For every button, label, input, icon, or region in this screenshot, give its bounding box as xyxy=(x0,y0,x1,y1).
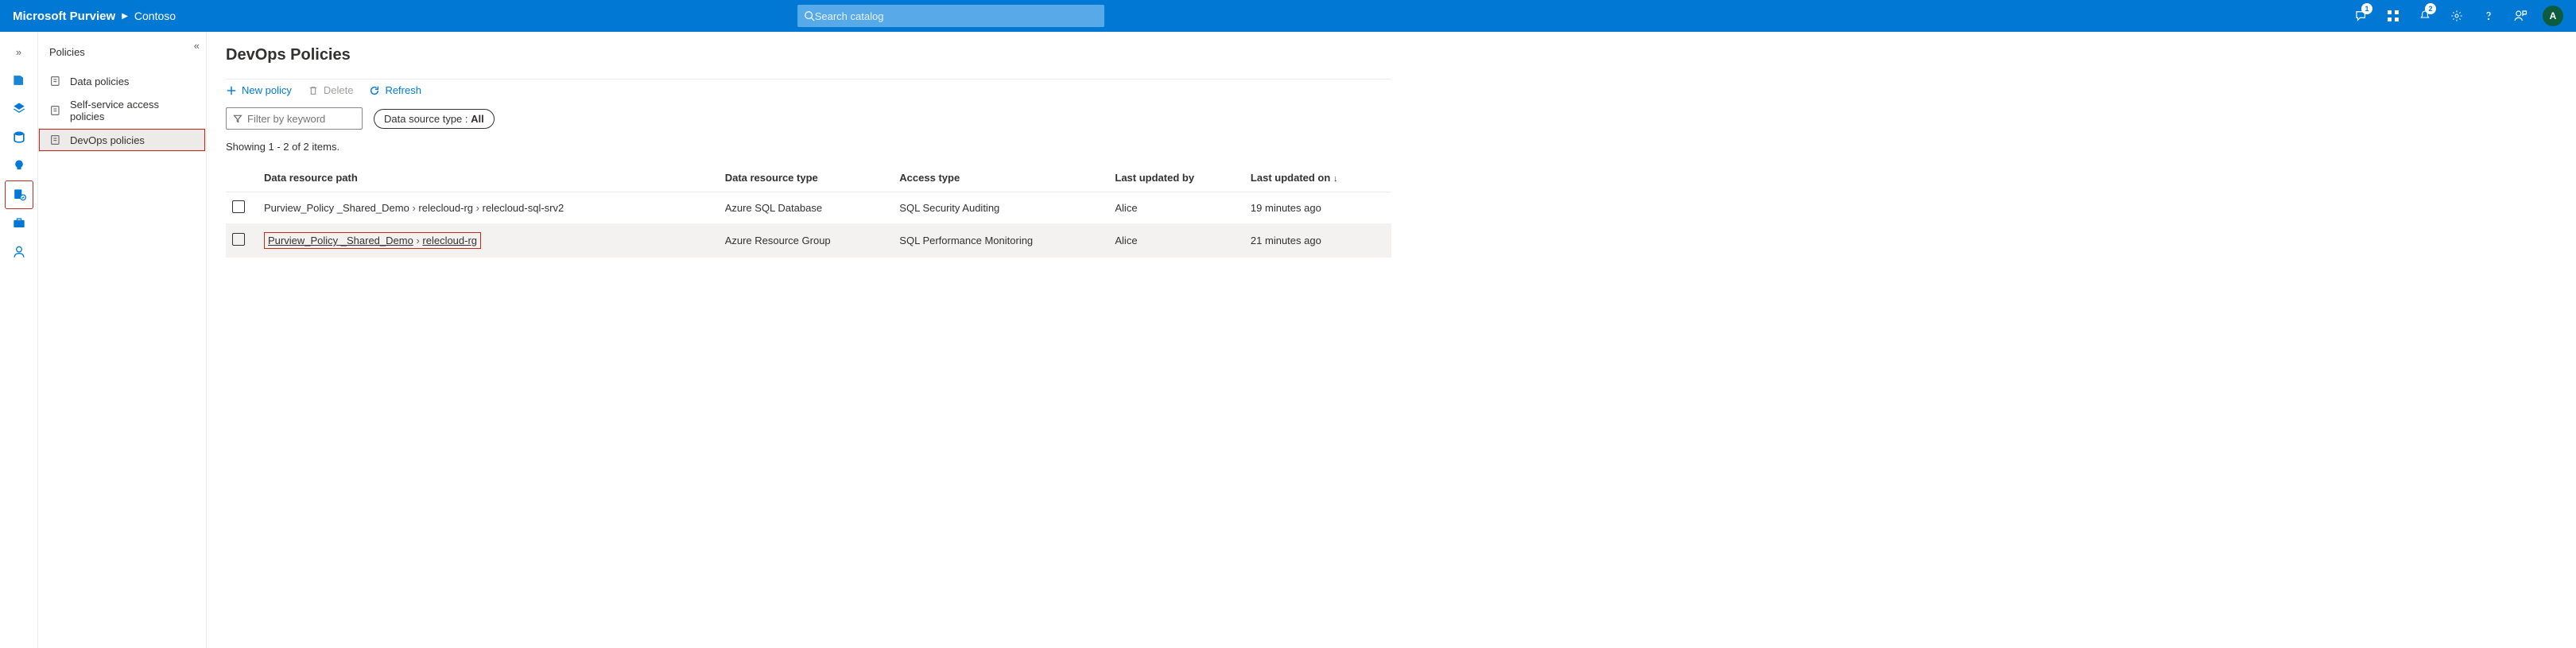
sidebar: « Policies Data policies Self-service ac… xyxy=(38,32,207,648)
delete-label: Delete xyxy=(324,84,354,96)
rail-item-data[interactable] xyxy=(6,124,33,151)
search-input[interactable] xyxy=(815,10,1098,22)
policy-icon xyxy=(49,134,62,146)
double-chevron-right-icon: » xyxy=(16,46,21,58)
filter-pill-label: Data source type : xyxy=(384,113,468,125)
path-highlight: Purview_Policy _Shared_Demo › relecloud-… xyxy=(264,232,481,249)
sidebar-title: Policies xyxy=(38,38,206,69)
feedback-button[interactable] xyxy=(2506,0,2535,32)
avatar[interactable]: A xyxy=(2543,6,2563,26)
notifications-button[interactable]: 2 xyxy=(2411,0,2439,32)
help-button[interactable] xyxy=(2474,0,2503,32)
product-name[interactable]: Microsoft Purview xyxy=(13,10,115,23)
sidebar-item-label: DevOps policies xyxy=(70,134,145,146)
main-content: DevOps Policies New policy Delete Refres… xyxy=(207,32,1410,648)
table-row[interactable]: Purview_Policy _Shared_Demo › relecloud-… xyxy=(226,224,1391,258)
path-link[interactable]: Purview_Policy _Shared_Demo xyxy=(268,235,413,246)
cell-path: Purview_Policy _Shared_Demo › relecloud-… xyxy=(258,224,719,258)
settings-button[interactable] xyxy=(2442,0,2471,32)
cell-access: SQL Security Auditing xyxy=(893,192,1108,224)
chat-badge: 1 xyxy=(2361,3,2372,14)
col-updated-by[interactable]: Last updated by xyxy=(1108,164,1244,192)
filter-icon xyxy=(233,114,242,123)
sort-descending-icon: ↓ xyxy=(1333,174,1338,184)
rail-item-privacy[interactable] xyxy=(6,239,33,266)
sidebar-item-devops-policies[interactable]: DevOps policies xyxy=(38,128,206,152)
row-checkbox[interactable] xyxy=(232,200,245,213)
sidebar-item-label: Data policies xyxy=(70,76,129,87)
header-left: Microsoft Purview ▶ Contoso xyxy=(6,10,176,23)
new-policy-button[interactable]: New policy xyxy=(226,84,292,96)
icon-rail: » xyxy=(0,32,38,648)
chat-button[interactable]: 1 xyxy=(2347,0,2376,32)
toolbar: New policy Delete Refresh xyxy=(226,79,1391,107)
col-type[interactable]: Data resource type xyxy=(719,164,894,192)
cell-type: Azure SQL Database xyxy=(719,192,894,224)
grid-button[interactable] xyxy=(2379,0,2407,32)
cell-updated-on: 19 minutes ago xyxy=(1244,192,1391,224)
page-title: DevOps Policies xyxy=(226,46,1391,64)
row-checkbox[interactable] xyxy=(232,233,245,246)
rail-item-catalog[interactable] xyxy=(6,67,33,94)
new-policy-label: New policy xyxy=(242,84,292,96)
result-count: Showing 1 - 2 of 2 items. xyxy=(226,141,1391,153)
rail-expand-button[interactable]: » xyxy=(0,38,37,65)
cell-updated-on: 21 minutes ago xyxy=(1244,224,1391,258)
sidebar-collapse-button[interactable]: « xyxy=(194,40,200,52)
refresh-icon xyxy=(369,85,380,96)
col-access[interactable]: Access type xyxy=(893,164,1108,192)
rail-item-insights[interactable] xyxy=(6,153,33,180)
data-source-type-filter[interactable]: Data source type : All xyxy=(374,109,495,129)
policy-icon xyxy=(49,104,62,117)
cell-type: Azure Resource Group xyxy=(719,224,894,258)
col-path[interactable]: Data resource path xyxy=(258,164,719,192)
sidebar-item-data-policies[interactable]: Data policies xyxy=(38,69,206,93)
sidebar-item-label: Self-service access policies xyxy=(70,99,195,122)
filter-row: Data source type : All xyxy=(226,107,1391,130)
refresh-button[interactable]: Refresh xyxy=(369,84,421,96)
policies-table: Data resource path Data resource type Ac… xyxy=(226,164,1391,258)
sidebar-item-self-service[interactable]: Self-service access policies xyxy=(38,93,206,128)
search-box[interactable] xyxy=(797,5,1104,27)
double-chevron-left-icon: « xyxy=(194,40,200,52)
delete-button: Delete xyxy=(308,84,354,96)
cell-path: Purview_Policy _Shared_Demo › relecloud-… xyxy=(258,192,719,224)
notifications-badge: 2 xyxy=(2425,3,2436,14)
table-row[interactable]: Purview_Policy _Shared_Demo › relecloud-… xyxy=(226,192,1391,224)
app-header: Microsoft Purview ▶ Contoso 1 2 A xyxy=(0,0,2576,32)
plus-icon xyxy=(226,85,237,96)
path-link[interactable]: relecloud-rg xyxy=(422,235,477,246)
keyword-input[interactable] xyxy=(247,113,355,125)
refresh-label: Refresh xyxy=(385,84,421,96)
cell-updated-by: Alice xyxy=(1108,224,1244,258)
policy-icon xyxy=(49,75,62,87)
col-updated-on[interactable]: Last updated on ↓ xyxy=(1244,164,1391,192)
chevron-right-icon: ▶ xyxy=(122,12,128,21)
scope-name[interactable]: Contoso xyxy=(134,10,176,22)
cell-access: SQL Performance Monitoring xyxy=(893,224,1108,258)
keyword-filter[interactable] xyxy=(226,107,363,130)
rail-item-management[interactable] xyxy=(6,210,33,237)
rail-item-map[interactable] xyxy=(6,95,33,122)
cell-updated-by: Alice xyxy=(1108,192,1244,224)
filter-pill-value: All xyxy=(471,113,484,125)
header-right: 1 2 A xyxy=(2347,0,2570,32)
blank-space xyxy=(1410,32,2576,648)
rail-item-policies[interactable] xyxy=(6,181,33,208)
chevron-right-icon: › xyxy=(476,202,483,214)
search-icon xyxy=(804,10,815,21)
trash-icon xyxy=(308,85,319,96)
